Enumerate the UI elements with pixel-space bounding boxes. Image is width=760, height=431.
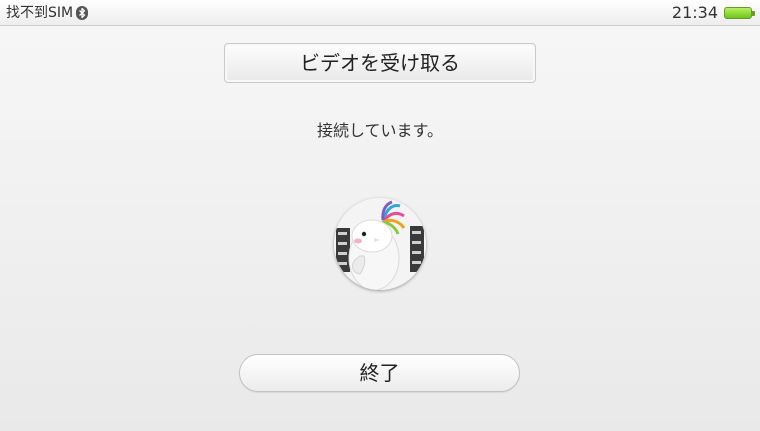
- status-bar: 找不到SIM 21:34: [0, 0, 760, 26]
- clock: 21:34: [671, 3, 718, 22]
- end-button[interactable]: 終了: [239, 354, 520, 392]
- page-title: ビデオを受け取る: [224, 43, 536, 83]
- connection-status-text: 接続しています。: [317, 121, 443, 140]
- carrier-status: 找不到SIM: [6, 4, 89, 22]
- battery-icon: [724, 7, 755, 19]
- bluetooth-icon: [76, 6, 89, 20]
- avatar-icon: [334, 198, 426, 290]
- carrier-label: 找不到SIM: [6, 5, 74, 21]
